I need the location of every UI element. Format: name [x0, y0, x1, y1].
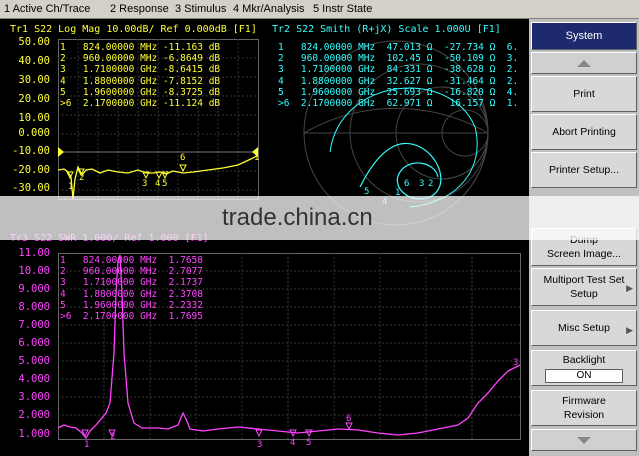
menu-response[interactable]: 2 Response	[110, 3, 169, 15]
trace3-marker-row: 4 1.8800000 GHz 2.3708	[60, 288, 203, 300]
dump-label-line2: Screen Image...	[546, 248, 622, 260]
firmware-revision-button[interactable]: Firmware Revision	[531, 390, 637, 426]
trace3-marker-row: 5 1.9600000 GHz 2.2332	[60, 299, 203, 311]
arrow-down-icon	[577, 437, 591, 444]
trace2-header: Tr2 S22 Smith (R+jX) Scale 1.000U [F1]	[272, 24, 501, 35]
menu-stimulus[interactable]: 3 Stimulus	[175, 3, 226, 15]
trace3-ytick: 9.000	[18, 283, 50, 295]
printer-setup-button[interactable]: Printer Setup...	[531, 152, 637, 188]
print-button[interactable]: Print	[531, 76, 637, 112]
trace2-marker-row: 2 960.00000 MHz 102.45 Ω -50.109 Ω 3.	[278, 53, 519, 65]
smith-marker-6-label: 6	[404, 179, 409, 189]
trace3-marker-6-label: 6	[346, 414, 351, 424]
trace3-end-label: 3	[513, 358, 518, 368]
multiport-label-line2: Setup	[570, 288, 598, 300]
multiport-test-set-setup-button[interactable]: Multiport Test Set Setup ▶	[531, 268, 637, 306]
trace3-marker-4-label: 4	[290, 438, 295, 448]
multiport-label-line1: Multiport Test Set	[543, 274, 625, 286]
trace3-ytick: 2.000	[18, 409, 50, 421]
scroll-down-button[interactable]	[531, 429, 637, 451]
trace3-marker-row: 2 960.00000 MHz 2.7077	[60, 266, 203, 278]
trace1-ytick: 10.00	[18, 112, 50, 124]
trace2-marker-table: 1 824.00000 MHz 47.013 Ω -27.734 Ω 6. 2 9…	[278, 42, 518, 109]
trace1-marker-row: 3 1.7100000 GHz -8.6415 dB	[60, 64, 221, 76]
trace1-ytick: 30.00	[18, 74, 50, 86]
menu-mkr-analysis[interactable]: 4 Mkr/Analysis	[233, 3, 305, 15]
trace1-marker-5-label: 5	[162, 179, 167, 189]
trace1-ytick: 40.00	[18, 55, 50, 67]
chevron-right-icon: ▶	[626, 325, 633, 335]
smith-marker-3-label: 3	[419, 179, 424, 189]
trace3-ytick: 6.000	[18, 337, 50, 349]
trace3-marker-row: 1 824.00000 MHz 1.7658	[60, 255, 203, 266]
firmware-label-line2: Revision	[563, 409, 605, 421]
trace1-marker-4-label: 4	[155, 179, 160, 189]
trace3-ytick: 3.000	[18, 391, 50, 403]
trace1-marker-3-label: 3	[142, 179, 147, 189]
backlight-state: ON	[545, 369, 623, 383]
watermark-text: trade.china.cn	[222, 204, 373, 231]
trace3-marker-2-label: 2	[110, 432, 115, 442]
abort-printing-button[interactable]: Abort Printing	[531, 114, 637, 150]
trace3-marker-1-label: 1	[84, 440, 89, 449]
trace1-marker-row: 2 960.00000 MHz -6.8649 dB	[60, 53, 221, 65]
softkey-title: System	[531, 22, 637, 50]
trace2-marker-row: 3 1.7100000 GHz 84.331 Ω -38.628 Ω 2.	[278, 64, 519, 76]
trace3-ytick: 11.00	[18, 247, 50, 259]
menu-active-ch-trace[interactable]: 1 Active Ch/Trace	[4, 3, 90, 15]
trace1-ytick: -20.00	[12, 164, 50, 176]
trace1-ytick: -30.00	[12, 182, 50, 194]
trace3-marker-5-label: 5	[306, 438, 311, 448]
trace3-marker-table: 1 824.00000 MHz 1.7658 2 960.00000 MHz 2.…	[60, 255, 203, 322]
trace1-marker-row: 4 1.8800000 GHz -7.8152 dB	[60, 75, 221, 87]
chevron-right-icon: ▶	[626, 283, 633, 293]
scroll-up-button[interactable]	[531, 52, 637, 74]
menu-bar: 1 Active Ch/Trace 2 Response 3 Stimulus …	[0, 0, 639, 19]
backlight-label: Backlight	[562, 354, 606, 366]
trace2-marker-row: >6 2.1700000 GHz 62.971 Ω 16.157 Ω 1.	[278, 98, 519, 110]
trace3-ytick: 4.000	[18, 373, 50, 385]
trace1-ytick: 0.000	[18, 127, 50, 139]
misc-setup-button[interactable]: Misc Setup ▶	[531, 310, 637, 346]
trace1-ytick: 50.00	[18, 36, 50, 48]
trace1-header: Tr1 S22 Log Mag 10.00dB/ Ref 0.000dB [F1…	[10, 24, 257, 35]
misc-setup-label: Misc Setup	[558, 322, 610, 334]
trace3-marker-3-label: 3	[257, 440, 262, 449]
trace3-marker-row: 3 1.7100000 GHz 2.1737	[60, 277, 203, 289]
firmware-label-line1: Firmware	[562, 395, 606, 407]
trace1-marker-1-label: 1	[68, 182, 73, 192]
trace2-marker-row: 4 1.8800000 GHz 32.627 Ω -31.464 Ω 2.	[278, 75, 519, 87]
smith-marker-2-label: 2	[428, 179, 433, 189]
trace1-marker-table: 1 824.00000 MHz -11.163 dB 2 960.00000 MH…	[60, 42, 220, 109]
backlight-button[interactable]: Backlight ON	[531, 350, 637, 386]
menu-instr-state[interactable]: 5 Instr State	[313, 3, 372, 15]
arrow-up-icon	[577, 60, 591, 67]
trace1-ytick: 20.00	[18, 93, 50, 105]
trace3-ytick: 1.000	[18, 428, 50, 440]
trace2-marker-row: 1 824.00000 MHz 47.013 Ω -27.734 Ω 6.	[278, 42, 519, 53]
trace1-ytick: -10.00	[12, 145, 50, 157]
trace1-marker-row: >6 2.1700000 GHz -11.124 dB	[60, 98, 221, 110]
trace3-ytick: 8.000	[18, 301, 50, 313]
trace3-ytick: 5.000	[18, 355, 50, 367]
trace3-ytick: 7.000	[18, 319, 50, 331]
trace3-ytick: 10.00	[18, 265, 50, 277]
trace1-marker-6-label: 6	[180, 153, 185, 163]
trace1-marker-row: 1 824.00000 MHz -11.163 dB	[60, 42, 221, 53]
trace1-marker-row: 5 1.9600000 GHz -8.3725 dB	[60, 86, 221, 98]
trace1-end-label: 1	[254, 153, 259, 163]
trace2-marker-row: 5 1.9600000 GHz 25.693 Ω -16.820 Ω 4.	[278, 86, 519, 98]
trace3-marker-row: >6 2.1700000 GHz 1.7695	[60, 311, 203, 323]
